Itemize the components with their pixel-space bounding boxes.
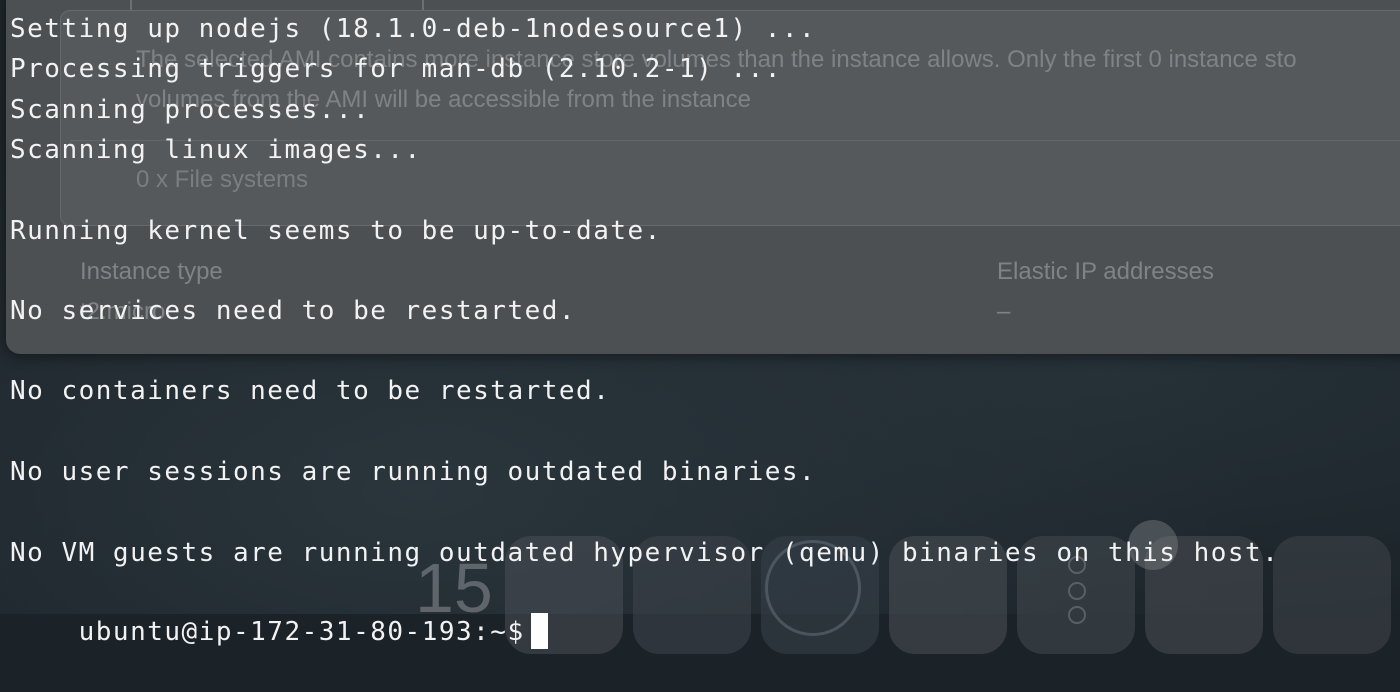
terminal-line: Scanning linux images... [10, 135, 422, 165]
terminal-line: Setting up nodejs (18.1.0-deb-1nodesourc… [10, 14, 817, 44]
terminal-window[interactable]: Setting up nodejs (18.1.0-deb-1nodesourc… [0, 0, 1400, 649]
text-cursor [530, 612, 548, 649]
terminal-line: No user sessions are running outdated bi… [10, 457, 817, 487]
terminal-line: Processing triggers for man-db (2.10.2-1… [10, 54, 782, 84]
terminal-line: No containers need to be restarted. [10, 376, 611, 406]
shell-prompt: ubuntu@ip-172-31-80-193:~$ [78, 617, 525, 647]
terminal-line: Running kernel seems to be up-to-date. [10, 216, 662, 246]
terminal-line: Scanning processes... [10, 95, 371, 125]
shell-prompt-row[interactable]: ubuntu@ip-172-31-80-193:~$ [10, 572, 548, 649]
terminal-line: No services need to be restarted. [10, 296, 577, 326]
terminal-line: No VM guests are running outdated hyperv… [10, 538, 1280, 568]
